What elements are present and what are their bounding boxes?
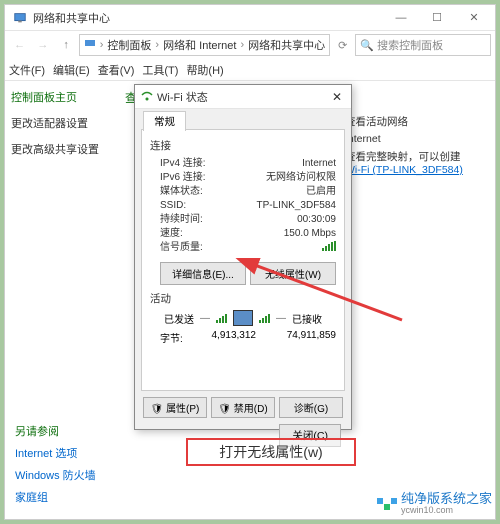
row-ipv6: IPv6 连接:无网络访问权限: [150, 171, 336, 185]
monitor-icon: [233, 310, 253, 326]
titlebar: 网络和共享中心 — ☐ ✕: [5, 5, 495, 31]
chevron-right-icon: ›: [240, 39, 244, 51]
search-icon: 🔍: [360, 39, 374, 52]
sent-label: 已发送: [164, 311, 194, 326]
menubar: 文件(F) 编辑(E) 查看(V) 工具(T) 帮助(H): [5, 59, 495, 81]
breadcrumb-seg-network-internet[interactable]: 网络和 Internet: [163, 37, 236, 53]
disable-button[interactable]: 🛡 禁用(D): [211, 397, 275, 418]
dialog-footer-buttons: 🛡 属性(P) 🛡 禁用(D) 诊断(G): [135, 397, 351, 418]
window-title: 网络和共享中心: [33, 10, 383, 26]
properties-button[interactable]: 🛡 属性(P): [143, 397, 207, 418]
chevron-right-icon: ›: [100, 39, 104, 51]
network-mini-icon: [84, 38, 96, 53]
map-desc: 查看完整映射，可以创建: [345, 149, 483, 164]
watermark: 纯净版系统之家 ycwin10.com: [377, 492, 492, 516]
bytes-recv: 74,911,859: [280, 330, 336, 345]
signal-strength-icon: [322, 241, 336, 251]
annotation-callout: 打开无线属性(w): [186, 438, 356, 466]
bytes-row: 字节: 4,913,312 74,911,859: [150, 330, 336, 345]
menu-tools[interactable]: 工具(T): [142, 62, 178, 78]
shield-icon: 🛡: [218, 404, 231, 415]
watermark-url: ycwin10.com: [401, 506, 492, 516]
address-bar: ← → ↑ › 控制面板 › 网络和 Internet › 网络和共享中心 ⟳ …: [5, 31, 495, 59]
link-homegroup[interactable]: 家庭组: [15, 489, 96, 505]
refresh-button[interactable]: ⟳: [332, 34, 353, 56]
dialog-title: Wi-Fi 状态: [157, 89, 329, 105]
wireless-properties-button[interactable]: 无线属性(W): [250, 262, 336, 285]
section-activity: 活动: [150, 291, 336, 306]
bytes-label: 字节:: [160, 330, 200, 345]
breadcrumb-seg-control-panel[interactable]: 控制面板: [107, 37, 151, 53]
menu-help[interactable]: 帮助(H): [186, 62, 223, 78]
active-networks-label: 查看活动网络: [345, 114, 483, 129]
menu-view[interactable]: 查看(V): [98, 62, 135, 78]
chevron-right-icon: ›: [155, 39, 159, 51]
minimize-button[interactable]: —: [383, 5, 419, 30]
sidebar-advanced-sharing[interactable]: 更改高级共享设置: [11, 141, 107, 157]
recv-bars-icon: [259, 313, 270, 323]
link-internet-options[interactable]: Internet 选项: [15, 445, 96, 461]
shield-icon: 🛡: [151, 404, 164, 415]
sidebar-footer: 另请参阅 Internet 选项 Windows 防火墙 家庭组: [15, 423, 96, 511]
close-button[interactable]: ✕: [455, 5, 493, 30]
row-signal: 信号质量:: [150, 241, 336, 256]
internet-label: Internet: [345, 133, 483, 145]
sidebar-home[interactable]: 控制面板主页: [11, 89, 107, 105]
window-controls: — ☐ ✕: [383, 5, 493, 30]
bytes-sent: 4,913,312: [200, 330, 256, 345]
sent-bars-icon: [216, 313, 227, 323]
watermark-logo-icon: [377, 498, 397, 510]
row-ssid: SSID:TP-LINK_3DF584: [150, 199, 336, 213]
watermark-text: 纯净版系统之家: [401, 492, 492, 506]
dialog-tabs: 常规: [135, 109, 351, 129]
dialog-titlebar: Wi-Fi 状态 ✕: [135, 85, 351, 109]
row-media: 媒体状态:已启用: [150, 185, 336, 199]
row-speed: 速度:150.0 Mbps: [150, 227, 336, 241]
up-button[interactable]: ↑: [56, 34, 77, 56]
maximize-button[interactable]: ☐: [419, 5, 455, 30]
wifi-status-dialog: Wi-Fi 状态 ✕ 常规 连接 IPv4 连接:Internet IPv6 连…: [134, 84, 352, 430]
wifi-connection-link[interactable]: Wi-Fi (TP-LINK_3DF584): [345, 164, 483, 176]
search-input[interactable]: 🔍 搜索控制面板: [355, 34, 491, 56]
connection-buttons: 详细信息(E)... 无线属性(W): [160, 262, 336, 285]
recv-label: 已接收: [292, 311, 322, 326]
menu-edit[interactable]: 编辑(E): [53, 62, 90, 78]
menu-file[interactable]: 文件(F): [9, 62, 45, 78]
forward-button[interactable]: →: [32, 34, 53, 56]
network-icon: [13, 11, 27, 25]
breadcrumb-seg-sharing-center[interactable]: 网络和共享中心: [248, 37, 325, 53]
details-button[interactable]: 详细信息(E)...: [160, 262, 246, 285]
callout-text: 打开无线属性(w): [219, 442, 322, 462]
wifi-icon: [141, 91, 153, 103]
diagnose-button[interactable]: 诊断(G): [279, 397, 343, 418]
dialog-body: 连接 IPv4 连接:Internet IPv6 连接:无网络访问权限 媒体状态…: [141, 129, 345, 391]
dash-icon: —: [200, 313, 210, 324]
tab-general[interactable]: 常规: [143, 111, 186, 131]
search-placeholder: 搜索控制面板: [377, 37, 443, 53]
link-windows-firewall[interactable]: Windows 防火墙: [15, 467, 96, 483]
sidebar-adapter-settings[interactable]: 更改适配器设置: [11, 115, 107, 131]
dialog-close-button[interactable]: ✕: [329, 90, 345, 104]
activity-header: 已发送 — — 已接收: [150, 310, 336, 326]
see-also-heading: 另请参阅: [15, 423, 96, 439]
dash-icon: —: [276, 313, 286, 324]
back-button[interactable]: ←: [9, 34, 30, 56]
breadcrumb[interactable]: › 控制面板 › 网络和 Internet › 网络和共享中心: [79, 34, 330, 56]
section-connection: 连接: [150, 138, 336, 153]
row-ipv4: IPv4 连接:Internet: [150, 157, 336, 171]
row-duration: 持续时间:00:30:09: [150, 213, 336, 227]
